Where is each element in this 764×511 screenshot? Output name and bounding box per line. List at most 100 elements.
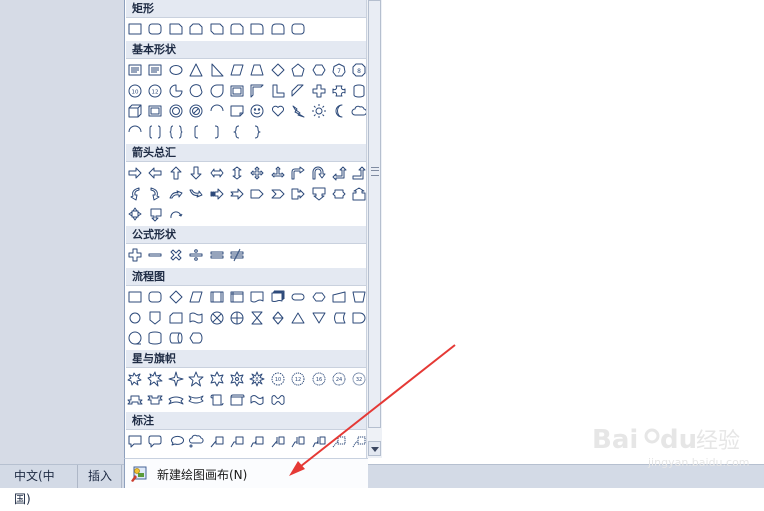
line8-shape-icon[interactable] — [351, 433, 367, 449]
rtri-shape-icon[interactable] — [209, 62, 225, 78]
arrowUD-shape-icon[interactable] — [229, 165, 245, 181]
scroll-down-button[interactable] — [368, 441, 381, 456]
textbox-shape-icon[interactable] — [147, 62, 163, 78]
circle-shape-icon[interactable] — [127, 310, 143, 326]
pentagon-shape-icon[interactable] — [249, 186, 265, 202]
calloutR-shape-icon[interactable] — [290, 186, 306, 202]
foldcorner-shape-icon[interactable] — [229, 103, 245, 119]
rect-shape-icon[interactable] — [127, 21, 143, 37]
calloutQuad-shape-icon[interactable] — [127, 206, 143, 222]
frame-shape-icon[interactable] — [229, 83, 245, 99]
calloutD-shape-icon[interactable] — [311, 186, 327, 202]
star16-shape-icon[interactable]: 16 — [311, 371, 327, 387]
line2-shape-icon[interactable] — [229, 433, 245, 449]
snip2-shape-icon[interactable] — [188, 21, 204, 37]
internal-shape-icon[interactable] — [229, 289, 245, 305]
sumjunc-shape-icon[interactable] — [209, 310, 225, 326]
div-shape-icon[interactable] — [188, 247, 204, 263]
arrowU-shape-icon[interactable] — [168, 165, 184, 181]
wave-shape-icon[interactable] — [249, 392, 265, 408]
curveR-shape-icon[interactable] — [127, 186, 143, 202]
card-shape-icon[interactable] — [168, 310, 184, 326]
star32-shape-icon[interactable]: 32 — [351, 371, 367, 387]
directaccess-shape-icon[interactable] — [168, 330, 184, 346]
ovalcallout-shape-icon[interactable] — [168, 433, 184, 449]
oval-shape-icon[interactable] — [168, 62, 184, 78]
pie-shape-icon[interactable] — [168, 83, 184, 99]
curveddown-shape-icon[interactable] — [188, 392, 204, 408]
rightbrace-shape-icon[interactable] — [249, 124, 265, 140]
bentup-shape-icon[interactable] — [351, 165, 367, 181]
sun-shape-icon[interactable] — [311, 103, 327, 119]
explosion1-shape-icon[interactable] — [127, 371, 143, 387]
chevron-shape-icon[interactable] — [270, 186, 286, 202]
ribbondown-shape-icon[interactable] — [147, 392, 163, 408]
terminator-shape-icon[interactable] — [290, 289, 306, 305]
ribbonup-shape-icon[interactable] — [127, 392, 143, 408]
round1-shape-icon[interactable] — [249, 21, 265, 37]
rrectcallout-shape-icon[interactable] — [147, 433, 163, 449]
bolt-shape-icon[interactable] — [290, 103, 306, 119]
plus-shape-icon[interactable] — [127, 247, 143, 263]
line4-shape-icon[interactable] — [270, 433, 286, 449]
hept-shape-icon[interactable]: 7 — [331, 62, 347, 78]
teardrop-shape-icon[interactable] — [209, 83, 225, 99]
para-shape-icon[interactable] — [188, 289, 204, 305]
manop-shape-icon[interactable] — [351, 289, 367, 305]
curveL-shape-icon[interactable] — [147, 186, 163, 202]
leftright_up-shape-icon[interactable] — [270, 165, 286, 181]
pent-shape-icon[interactable] — [290, 62, 306, 78]
uturn-shape-icon[interactable] — [311, 165, 327, 181]
cube-shape-icon[interactable] — [127, 103, 143, 119]
leftbracket-shape-icon[interactable] — [188, 124, 204, 140]
diamond-shape-icon[interactable] — [270, 62, 286, 78]
manual-shape-icon[interactable] — [331, 289, 347, 305]
scrollV-shape-icon[interactable] — [209, 392, 225, 408]
line1-shape-icon[interactable] — [209, 433, 225, 449]
display-shape-icon[interactable] — [188, 330, 204, 346]
predef-shape-icon[interactable] — [209, 289, 225, 305]
dodec-shape-icon[interactable]: 12 — [147, 83, 163, 99]
moon-shape-icon[interactable] — [331, 103, 347, 119]
can-shape-icon[interactable] — [351, 83, 367, 99]
scrollH-shape-icon[interactable] — [229, 392, 245, 408]
line7-shape-icon[interactable] — [331, 433, 347, 449]
rrect-shape-icon[interactable] — [147, 289, 163, 305]
dec-shape-icon[interactable]: 10 — [127, 83, 143, 99]
arc-shape-icon[interactable] — [127, 124, 143, 140]
nosmoking-shape-icon[interactable] — [188, 103, 204, 119]
line5-shape-icon[interactable] — [290, 433, 306, 449]
bevel-shape-icon[interactable] — [147, 103, 163, 119]
calloutU-shape-icon[interactable] — [351, 186, 367, 202]
leftup-shape-icon[interactable] — [331, 165, 347, 181]
quad-shape-icon[interactable] — [249, 165, 265, 181]
smiley-shape-icon[interactable] — [249, 103, 265, 119]
bracketpair-shape-icon[interactable] — [147, 124, 163, 140]
gallery-scrollbar[interactable] — [366, 0, 382, 458]
diagstripe-shape-icon[interactable] — [290, 83, 306, 99]
extract-shape-icon[interactable] — [290, 310, 306, 326]
para-shape-icon[interactable] — [229, 62, 245, 78]
seqaccess-shape-icon[interactable] — [127, 330, 143, 346]
star12-shape-icon[interactable]: 12 — [290, 371, 306, 387]
sort-shape-icon[interactable] — [270, 310, 286, 326]
insert-mode-indicator[interactable]: 插入 — [82, 465, 122, 488]
star7-shape-icon[interactable] — [229, 371, 245, 387]
mult-shape-icon[interactable] — [168, 247, 184, 263]
star4-shape-icon[interactable] — [168, 371, 184, 387]
arc-shape-icon[interactable] — [209, 103, 225, 119]
calloutLR-shape-icon[interactable] — [331, 186, 347, 202]
dblwave-shape-icon[interactable] — [270, 392, 286, 408]
snip1-shape-icon[interactable] — [168, 21, 184, 37]
tri-shape-icon[interactable] — [188, 62, 204, 78]
minus-shape-icon[interactable] — [147, 247, 163, 263]
rect-shape-icon[interactable] — [127, 289, 143, 305]
explosion2-shape-icon[interactable] — [147, 371, 163, 387]
scrollbar-thumb[interactable] — [368, 0, 381, 428]
notequal-shape-icon[interactable] — [229, 247, 245, 263]
stored-shape-icon[interactable] — [331, 310, 347, 326]
donut-shape-icon[interactable] — [168, 103, 184, 119]
star10-shape-icon[interactable]: 10 — [270, 371, 286, 387]
oct-shape-icon[interactable]: 8 — [351, 62, 367, 78]
multidoc-shape-icon[interactable] — [270, 289, 286, 305]
